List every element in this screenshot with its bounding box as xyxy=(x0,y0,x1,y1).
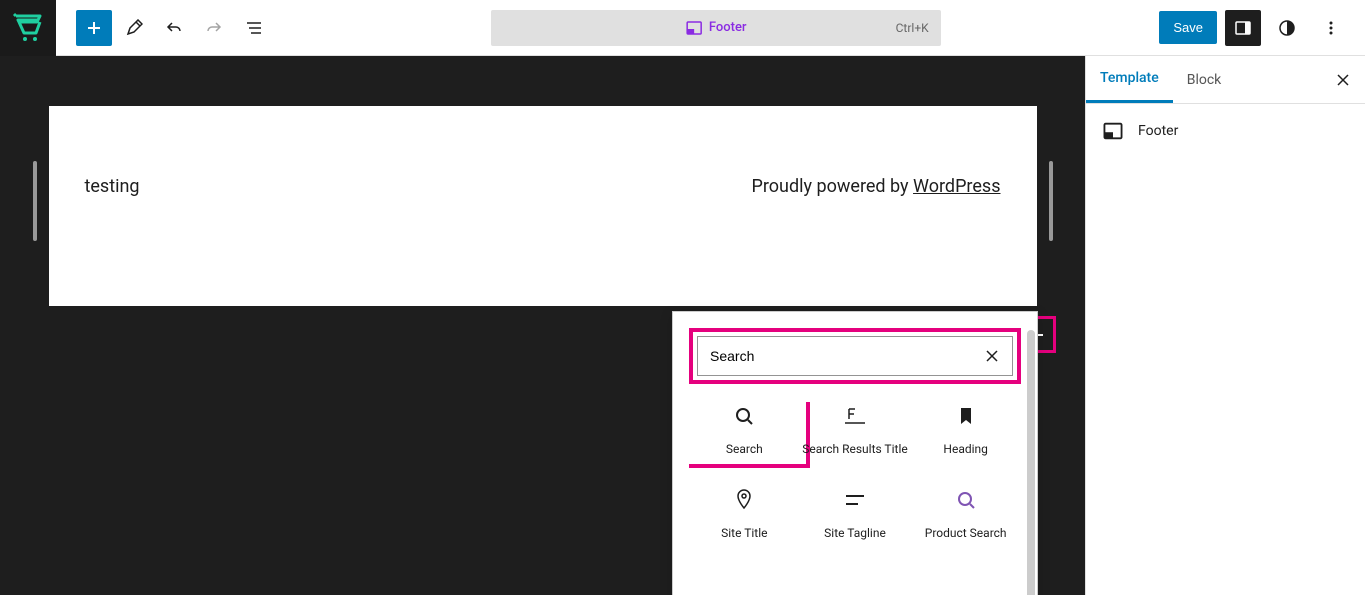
styles-button[interactable] xyxy=(1269,10,1305,46)
close-icon xyxy=(1335,72,1351,88)
block-option-heading[interactable]: Heading xyxy=(910,402,1021,458)
shortcut-hint: Ctrl+K xyxy=(896,21,929,35)
template-info-row[interactable]: Footer xyxy=(1102,120,1349,142)
sidebar-icon xyxy=(1233,18,1253,38)
settings-panel-toggle[interactable] xyxy=(1225,10,1261,46)
list-view-button[interactable] xyxy=(236,10,272,46)
template-part-icon xyxy=(685,19,703,37)
close-icon xyxy=(985,349,999,363)
contrast-icon xyxy=(1277,18,1297,38)
block-option-site-title[interactable]: Site Title xyxy=(689,486,800,542)
topbar: Footer Ctrl+K Save xyxy=(0,0,1365,56)
footer-right-text[interactable]: Proudly powered by WordPress xyxy=(752,176,1001,197)
tab-block[interactable]: Block xyxy=(1173,56,1236,103)
add-block-toolbar-button[interactable] xyxy=(76,10,112,46)
resize-handle-left[interactable] xyxy=(33,161,37,241)
toolbar-right-group: Save xyxy=(1159,10,1365,46)
editor-canvas[interactable]: testing Proudly powered by WordPress xyxy=(49,106,1037,306)
block-option-search-results-title[interactable]: Search Results Title xyxy=(800,402,911,458)
search-icon xyxy=(733,405,755,427)
inserter-search-highlight xyxy=(689,328,1021,384)
logo-icon xyxy=(11,11,45,45)
search-results-title-icon xyxy=(843,406,867,426)
template-name: Footer xyxy=(1138,123,1178,139)
settings-sidebar: Template Block Footer xyxy=(1085,56,1365,595)
block-option-product-search[interactable]: Product Search xyxy=(910,486,1021,542)
tagline-icon xyxy=(844,492,866,508)
inserter-results-scroll[interactable]: Search Search Results Title Heading xyxy=(689,402,1021,595)
block-option-site-tagline[interactable]: Site Tagline xyxy=(800,486,911,542)
list-icon xyxy=(244,18,264,38)
resize-handle-right[interactable] xyxy=(1049,161,1053,241)
inserter-search-input[interactable] xyxy=(710,348,980,364)
wordpress-link[interactable]: WordPress xyxy=(913,176,1000,197)
block-option-search[interactable]: Search xyxy=(689,402,800,458)
undo-icon xyxy=(164,18,184,38)
close-sidebar-button[interactable] xyxy=(1331,68,1355,92)
inserter-scrollbar[interactable] xyxy=(1027,330,1035,595)
site-logo[interactable] xyxy=(0,0,56,56)
document-title: Footer xyxy=(709,20,747,35)
tab-template[interactable]: Template xyxy=(1086,56,1173,103)
toolbar-center: Footer Ctrl+K xyxy=(272,10,1159,46)
more-options-button[interactable] xyxy=(1313,10,1349,46)
redo-icon xyxy=(204,18,224,38)
document-title-button[interactable]: Footer Ctrl+K xyxy=(491,10,941,46)
plus-icon xyxy=(84,18,104,38)
clear-search-button[interactable] xyxy=(980,344,1004,368)
sidebar-tabs: Template Block xyxy=(1086,56,1365,104)
kebab-icon xyxy=(1321,18,1341,38)
edit-button[interactable] xyxy=(116,10,152,46)
save-button[interactable]: Save xyxy=(1159,11,1217,44)
undo-button[interactable] xyxy=(156,10,192,46)
sidebar-body: Footer xyxy=(1086,104,1365,158)
pencil-icon xyxy=(125,19,143,37)
redo-button[interactable] xyxy=(196,10,232,46)
inserter-results-grid: Search Search Results Title Heading xyxy=(689,402,1021,565)
map-pin-icon xyxy=(734,488,754,512)
block-inserter-popover: Search Search Results Title Heading xyxy=(672,311,1038,595)
template-part-icon xyxy=(1102,120,1124,142)
toolbar-left-group xyxy=(56,10,272,46)
footer-content-row: testing Proudly powered by WordPress xyxy=(49,106,1037,197)
product-search-icon xyxy=(955,489,977,511)
footer-left-text[interactable]: testing xyxy=(85,176,140,197)
bookmark-icon xyxy=(957,406,975,426)
inserter-search-box xyxy=(697,336,1013,376)
main-area: testing Proudly powered by WordPress Tem… xyxy=(0,56,1365,595)
